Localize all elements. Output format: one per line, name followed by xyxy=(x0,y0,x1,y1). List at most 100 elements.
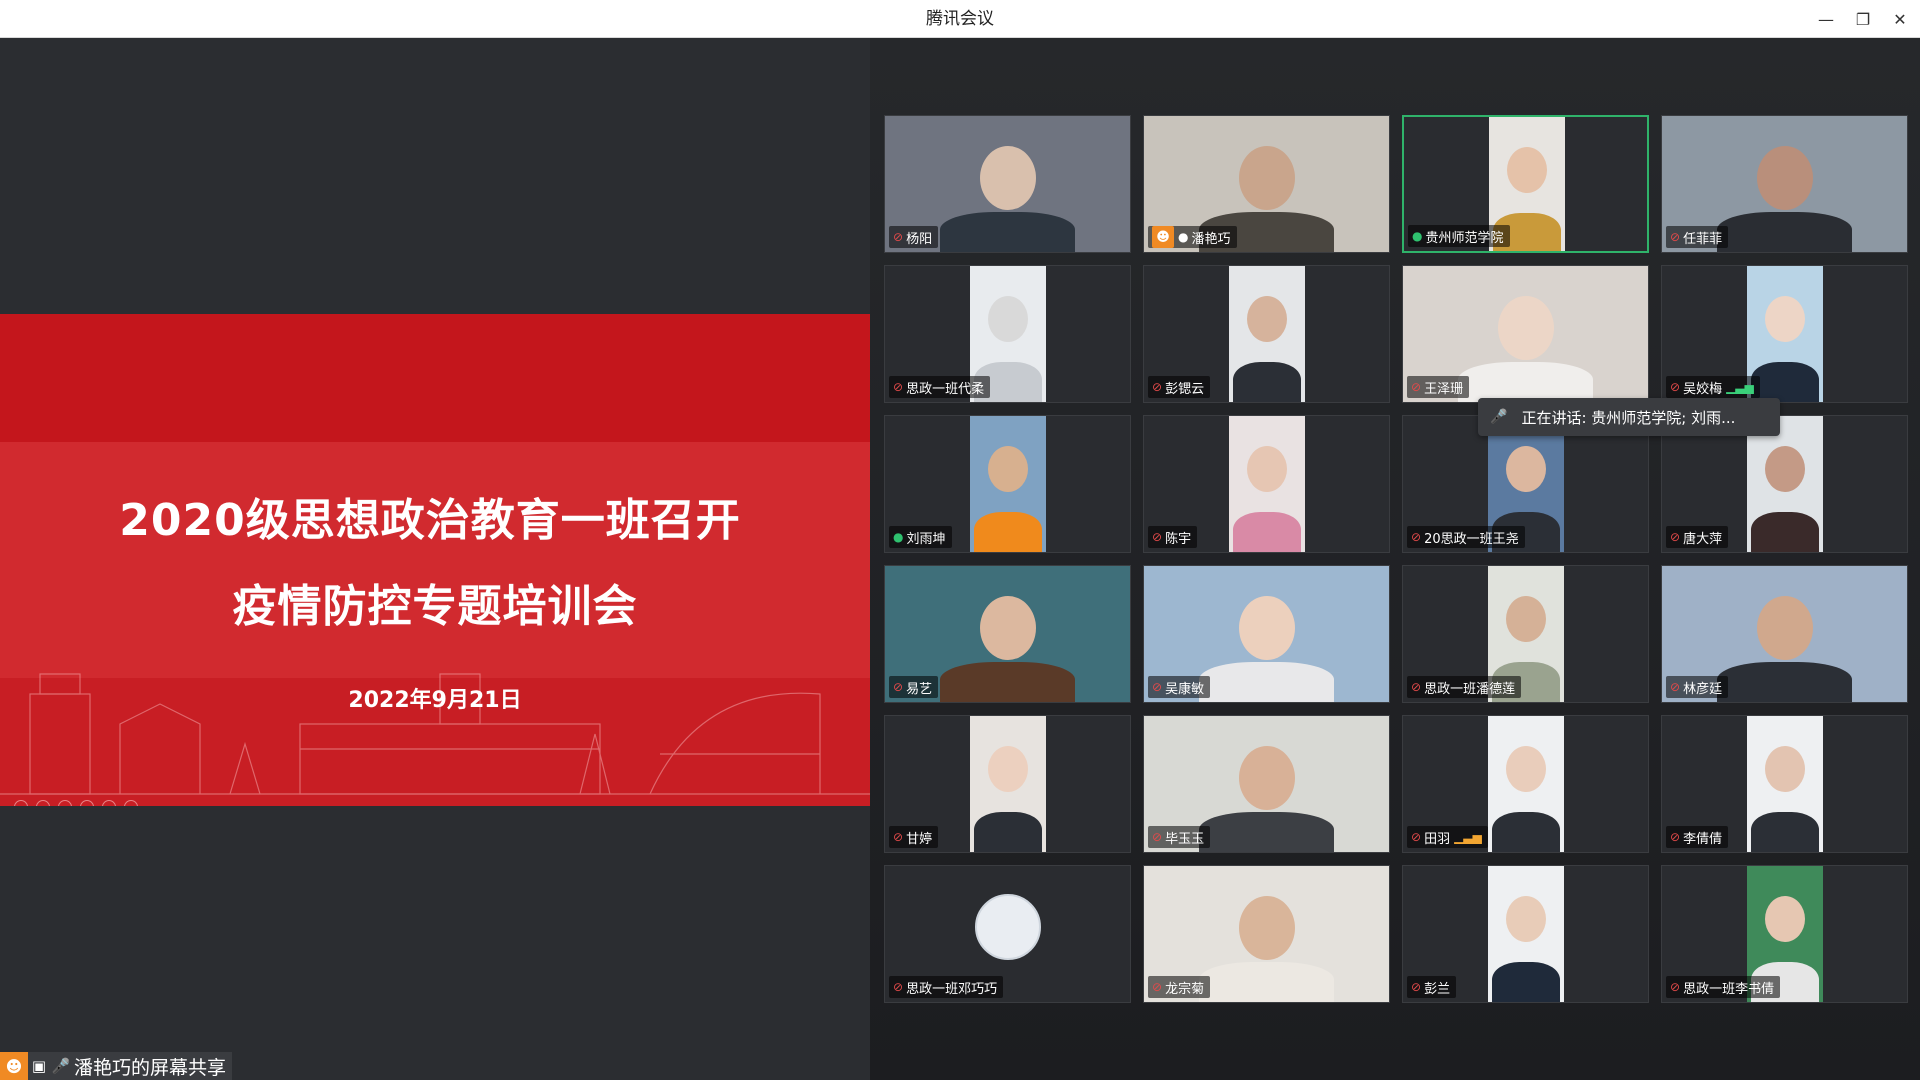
screen-share-label[interactable]: ☻ ▣ 🎤 潘艳巧的屏幕共享 xyxy=(0,1052,233,1080)
close-button[interactable]: ✕ xyxy=(1882,0,1918,38)
participant-tile[interactable]: ⊘ 田羽 ▁▃▅ xyxy=(1402,715,1649,853)
participant-face xyxy=(1765,896,1805,942)
mic-muted-icon: ⊘ xyxy=(1152,980,1163,994)
participant-tile[interactable]: ⊘ 彭兰 xyxy=(1402,865,1649,1003)
participant-body xyxy=(1458,362,1593,402)
participant-tile[interactable]: ⊘ 易艺 xyxy=(884,565,1131,703)
participant-tile[interactable]: ⊘ 吴姣梅 ▁▃▅ xyxy=(1661,265,1908,403)
participant-face xyxy=(1506,896,1546,942)
mic-muted-icon: ⊘ xyxy=(893,980,904,994)
participant-name-tag: ⊘ 林彦廷 xyxy=(1666,676,1729,698)
mic-muted-icon: ⊘ xyxy=(893,230,904,244)
participant-name-tag: ⊘ 思政一班潘德莲 xyxy=(1407,676,1522,698)
participant-face xyxy=(1506,746,1546,792)
participant-face xyxy=(1239,596,1295,660)
participant-tile[interactable]: ⊘ 王泽珊 xyxy=(1402,265,1649,403)
participant-name-tag: ⊘ 思政一班代柔 xyxy=(889,376,991,398)
participant-name: 吴康敏 xyxy=(1165,681,1205,697)
participant-name-tag: ⊘ 吴姣梅 ▁▃▅ xyxy=(1666,376,1760,398)
participant-tile[interactable]: ⊘ 李倩倩 xyxy=(1661,715,1908,853)
participant-tile[interactable]: ⊘ 思政一班代柔 xyxy=(884,265,1131,403)
minimize-button[interactable]: — xyxy=(1808,0,1844,38)
mic-muted-icon: ⊘ xyxy=(893,830,904,844)
host-avatar-icon: ☻ xyxy=(0,1052,28,1080)
participant-tile[interactable]: ⊘ 彭锶云 xyxy=(1143,265,1390,403)
participant-face xyxy=(1239,146,1295,210)
participant-name: 吴姣梅 xyxy=(1683,381,1723,397)
screen-share-area[interactable]: 2020级思想政治教育一班召开 疫情防控专题培训会 2022年9月21日 xyxy=(0,38,870,1080)
slide-title-line-2: 疫情防控专题培训会 xyxy=(232,581,638,632)
participant-tile[interactable]: ● 刘雨坤 xyxy=(884,415,1131,553)
slide-title-line-1: 2020级思想政治教育一班召开 xyxy=(119,495,741,546)
participant-name-tag: ⊘ 龙宗菊 xyxy=(1148,976,1211,998)
mic-muted-icon: ⊘ xyxy=(1670,380,1681,394)
participant-tile[interactable]: ⊘ 吴康敏 xyxy=(1143,565,1390,703)
participant-face xyxy=(988,446,1028,492)
participant-tile[interactable]: ⊘ 甘婷 xyxy=(884,715,1131,853)
mic-muted-icon: ⊘ xyxy=(1670,680,1681,694)
participant-name-tag: ⊘ 王泽珊 xyxy=(1407,376,1470,398)
participant-tile[interactable]: ⊘ 毕玉玉 xyxy=(1143,715,1390,853)
microphone-icon: ● xyxy=(1412,229,1423,243)
participant-name-tag: ⊘ 思政一班邓巧巧 xyxy=(889,976,1004,998)
mic-muted-icon: ⊘ xyxy=(1152,380,1163,394)
participant-name-tag: ● 刘雨坤 xyxy=(889,526,952,548)
participant-tile[interactable]: ● 贵州师范学院 xyxy=(1402,115,1649,253)
participant-video xyxy=(1229,416,1305,552)
participant-body xyxy=(1751,812,1819,852)
participant-name-tag: ⊘ 甘婷 xyxy=(889,826,939,848)
participant-tile[interactable]: ⊘ 陈宇 xyxy=(1143,415,1390,553)
mic-muted-icon: ⊘ xyxy=(1670,830,1681,844)
participant-tile[interactable]: ⊘ 思政一班李书倩 xyxy=(1661,865,1908,1003)
mic-muted-icon: ⊘ xyxy=(1152,680,1163,694)
mic-muted-icon: ⊘ xyxy=(1670,530,1681,544)
participant-name: 唐大萍 xyxy=(1683,531,1723,547)
participant-body xyxy=(1751,362,1819,402)
participant-name: 杨阳 xyxy=(906,231,933,247)
more-icon[interactable] xyxy=(124,800,138,806)
participant-name: 思政一班潘德莲 xyxy=(1424,681,1516,697)
participant-tile[interactable]: ⊘ 思政一班潘德莲 xyxy=(1402,565,1649,703)
participant-tile[interactable]: ⊘ 龙宗菊 xyxy=(1143,865,1390,1003)
next-slide-icon[interactable] xyxy=(36,800,50,806)
participant-name: 20思政一班王尧 xyxy=(1424,531,1519,547)
slide-playback-controls[interactable] xyxy=(14,800,138,806)
slide-date: 2022年9月21日 xyxy=(348,688,522,713)
participant-tile[interactable]: ⊘ 林彦廷 xyxy=(1661,565,1908,703)
participant-body xyxy=(1199,962,1334,1002)
prev-slide-icon[interactable] xyxy=(14,800,28,806)
participant-name-tag: ⊘ 毕玉玉 xyxy=(1148,826,1211,848)
participant-name-tag: ⊘ 杨阳 xyxy=(889,226,939,248)
participant-name-tag: ⊘ 吴康敏 xyxy=(1148,676,1211,698)
participant-name: 潘艳巧 xyxy=(1191,231,1231,247)
participant-face xyxy=(1239,896,1295,960)
participant-body xyxy=(974,812,1042,852)
participant-name-tag: ⊘ 田羽 ▁▃▅ xyxy=(1407,826,1488,848)
participant-name: 龙宗菊 xyxy=(1165,981,1205,997)
mic-muted-icon: ⊘ xyxy=(1411,830,1422,844)
slides-menu-icon[interactable] xyxy=(80,800,94,806)
participant-video xyxy=(970,416,1046,552)
participant-tile[interactable]: ⊘ 任菲菲 xyxy=(1661,115,1908,253)
participant-face xyxy=(1765,296,1805,342)
participant-video xyxy=(1229,266,1305,402)
slide-band xyxy=(0,442,870,678)
participant-name: 彭兰 xyxy=(1424,981,1451,997)
participant-name: 易艺 xyxy=(906,681,933,697)
participant-tile[interactable]: ⊘ 杨阳 xyxy=(884,115,1131,253)
mic-muted-icon: ⊘ xyxy=(1152,530,1163,544)
participant-body xyxy=(1233,512,1301,552)
maximize-button[interactable]: ❐ xyxy=(1845,0,1881,38)
microphone-icon: 🎤 xyxy=(51,1057,71,1075)
participant-tile[interactable]: ☻ ● 潘艳巧 xyxy=(1143,115,1390,253)
participant-tile[interactable]: ⊘ 思政一班邓巧巧 xyxy=(884,865,1131,1003)
screen-share-owner: 潘艳巧的屏幕共享 xyxy=(74,1056,227,1079)
zoom-icon[interactable] xyxy=(102,800,116,806)
participant-name: 王泽珊 xyxy=(1424,381,1464,397)
participant-name-tag: ⊘ 易艺 xyxy=(889,676,939,698)
presentation-slide: 2020级思想政治教育一班召开 疫情防控专题培训会 2022年9月21日 xyxy=(0,314,870,806)
participant-name-tag: ⊘ 彭兰 xyxy=(1407,976,1457,998)
mic-muted-icon: ⊘ xyxy=(1670,980,1681,994)
pen-icon[interactable] xyxy=(58,800,72,806)
mic-muted-icon: ⊘ xyxy=(893,380,904,394)
